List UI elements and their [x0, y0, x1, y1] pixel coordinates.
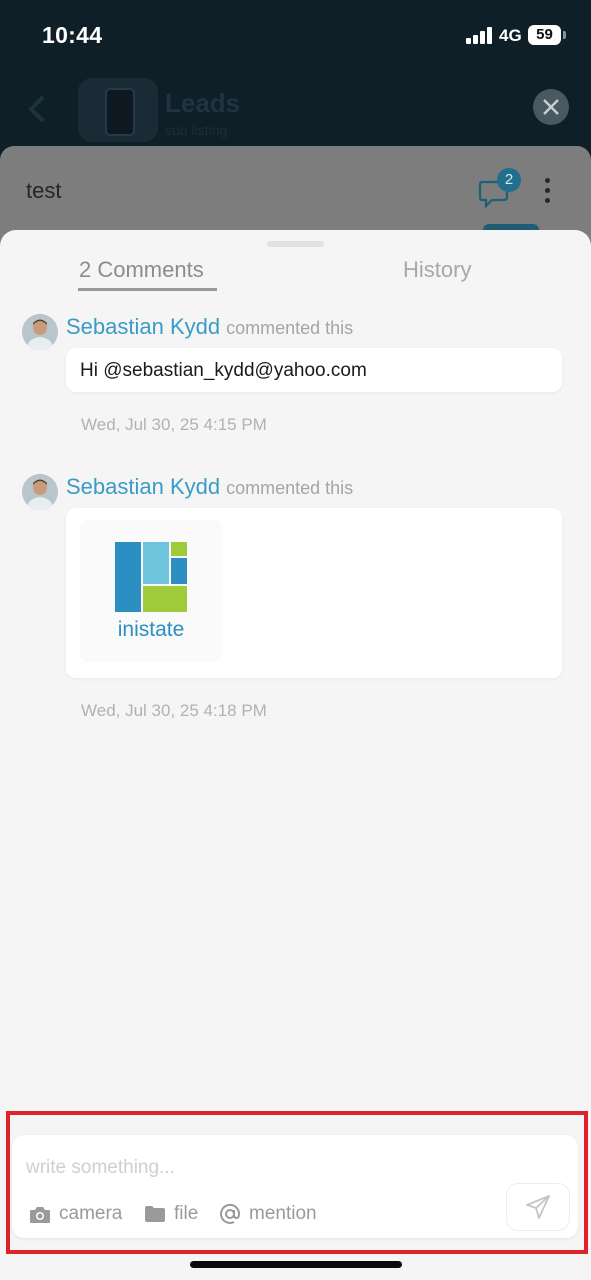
status-time: 10:44: [42, 22, 103, 48]
file-button[interactable]: file: [144, 1201, 198, 1227]
tab-comments[interactable]: 2 Comments: [79, 257, 204, 283]
mention-button[interactable]: mention: [219, 1201, 317, 1227]
background-page-title: Leads: [165, 88, 241, 118]
battery-icon: 59: [528, 25, 566, 45]
comments-button[interactable]: 2: [478, 168, 522, 212]
comment-text: Hi @sebastian_kydd@yahoo.com: [80, 360, 367, 381]
close-button[interactable]: [533, 89, 569, 125]
comment-action: commented this: [226, 318, 354, 338]
home-indicator: [190, 1261, 402, 1268]
camera-label: camera: [59, 1203, 123, 1224]
comment-author[interactable]: Sebastian Kydd commented this: [66, 474, 353, 500]
avatar[interactable]: [22, 474, 58, 510]
comment-action: commented this: [226, 478, 354, 498]
at-sign-icon: [220, 1203, 241, 1224]
file-label: file: [174, 1203, 199, 1224]
folder-icon: [145, 1206, 165, 1222]
comment-author[interactable]: Sebastian Kydd commented this: [66, 314, 353, 340]
comment-timestamp: Wed, Jul 30, 25 4:18 PM: [81, 701, 267, 720]
tab-history[interactable]: History: [403, 257, 471, 283]
comment-input[interactable]: [26, 1153, 496, 1183]
network-type: 4G: [499, 26, 522, 45]
active-tab-indicator: [78, 288, 217, 291]
back-arrow-icon: [28, 95, 45, 123]
logo-text: inistate: [117, 618, 185, 641]
more-options-icon[interactable]: [545, 178, 551, 204]
comment-timestamp: Wed, Jul 30, 25 4:15 PM: [81, 415, 267, 434]
image-attachment[interactable]: inistate: [80, 520, 222, 662]
author-name[interactable]: Sebastian Kydd: [66, 474, 220, 499]
inistate-logo: [115, 542, 187, 612]
camera-button[interactable]: camera: [29, 1201, 122, 1227]
comment-bubble: inistate: [66, 508, 562, 678]
comment-count-badge: 2: [497, 168, 521, 192]
comment-composer: camera file mention: [12, 1135, 578, 1238]
close-icon: [543, 99, 559, 115]
status-bar: 10:44 4G 59: [0, 0, 591, 70]
mention-label: mention: [249, 1203, 317, 1224]
background-app-header: Leads sub listing: [0, 70, 591, 150]
lead-thumbnail: [78, 78, 158, 142]
send-icon: [526, 1195, 550, 1219]
comment-bubble: Hi @sebastian_kydd@yahoo.com: [66, 348, 562, 392]
cellular-signal-icon: [466, 27, 494, 44]
avatar[interactable]: [22, 314, 58, 350]
sheet-drag-handle[interactable]: [267, 241, 324, 247]
background-page-subtitle: sub listing: [165, 122, 228, 138]
record-title: test: [26, 178, 62, 203]
author-name[interactable]: Sebastian Kydd: [66, 314, 220, 339]
comments-sheet: 2 Comments History Sebastian Kydd comment…: [0, 230, 591, 1280]
camera-icon: [30, 1206, 50, 1223]
send-button[interactable]: [506, 1183, 570, 1231]
